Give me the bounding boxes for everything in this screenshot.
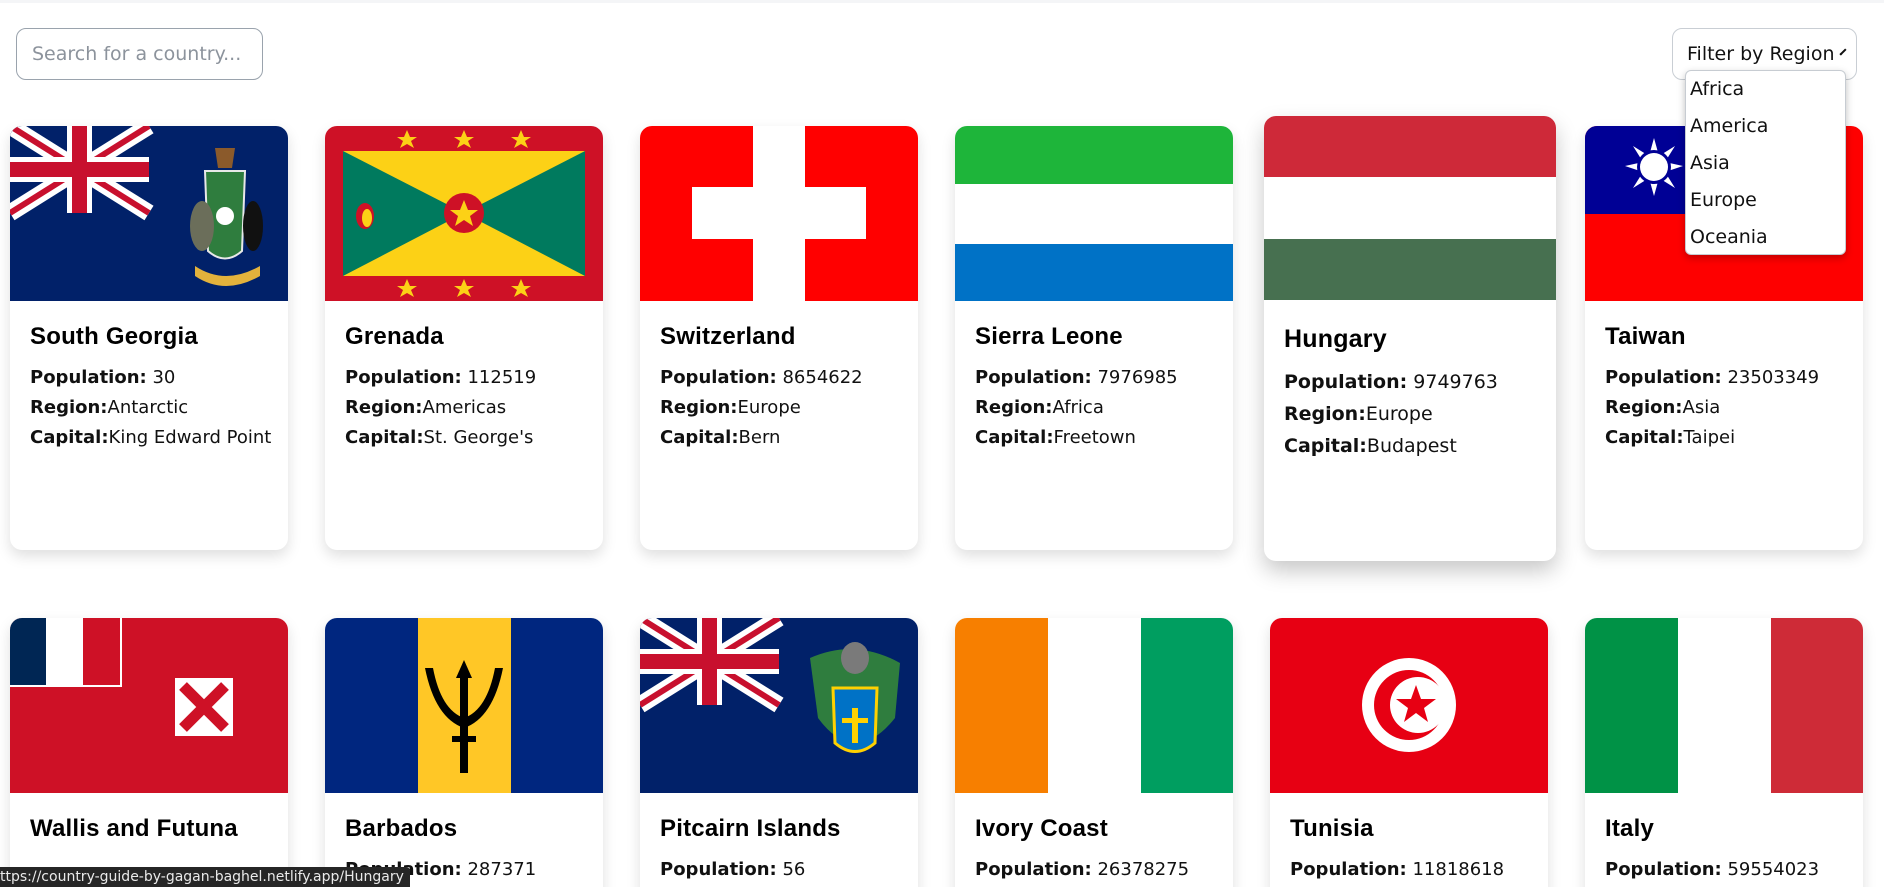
country-name: Tunisia	[1290, 815, 1374, 842]
population-row: Population: 26378275	[975, 859, 1190, 880]
flag-image-south-georgia	[10, 126, 288, 301]
country-card-switzerland[interactable]: Switzerland Population: 8654622 Region:E…	[640, 126, 918, 550]
region-option-africa[interactable]: Africa	[1686, 76, 1845, 113]
country-name: Switzerland	[660, 323, 796, 350]
region-row: Region:Europe	[660, 397, 801, 418]
region-option-asia[interactable]: Asia	[1686, 150, 1845, 187]
region-option-oceania[interactable]: Oceania	[1686, 224, 1845, 261]
capital-row: Capital:Taipei	[1605, 427, 1736, 448]
population-row: Population: 59554023	[1605, 859, 1820, 880]
country-card-barbados[interactable]: Barbados Population: 287371	[325, 618, 603, 887]
country-card-hungary[interactable]: Hungary Population: 9749763 Region:Europ…	[1264, 116, 1556, 561]
country-name: Grenada	[345, 323, 444, 350]
country-card-south-georgia[interactable]: South Georgia Population: 30 Region:Anta…	[10, 126, 288, 550]
country-card-ivory-coast[interactable]: Ivory Coast Population: 26378275	[955, 618, 1233, 887]
country-card-grenada[interactable]: Grenada Population: 112519 Region:Americ…	[325, 126, 603, 550]
flag-image-barbados	[325, 618, 603, 793]
country-card-sierra-leone[interactable]: Sierra Leone Population: 7976985 Region:…	[955, 126, 1233, 550]
population-row: Population: 23503349	[1605, 367, 1820, 388]
flag-image-tunisia	[1270, 618, 1548, 793]
flag-image-pitcairn-islands	[640, 618, 918, 793]
population-row: Population: 11818618	[1290, 859, 1505, 880]
country-name: Barbados	[345, 815, 458, 842]
search-input[interactable]	[32, 43, 247, 65]
country-name: Sierra Leone	[975, 323, 1123, 350]
country-name: Pitcairn Islands	[660, 815, 841, 842]
flag-image-sierra-leone	[955, 126, 1233, 301]
population-row: Population: 56	[660, 859, 806, 880]
country-name: Hungary	[1284, 325, 1387, 353]
country-card-pitcairn-islands[interactable]: Pitcairn Islands Population: 56	[640, 618, 918, 887]
region-row: Region:Asia	[1605, 397, 1721, 418]
population-row: Population: 7976985	[975, 367, 1178, 388]
capital-row: Capital:St. George's	[345, 427, 534, 448]
population-row: Population: 30	[30, 367, 176, 388]
country-name: South Georgia	[30, 323, 198, 350]
country-card-wallis-and-futuna[interactable]: Wallis and Futuna	[10, 618, 288, 887]
capital-row: Capital:Bern	[660, 427, 781, 448]
flag-image-ivory-coast	[955, 618, 1233, 793]
population-row: Population: 112519	[345, 367, 537, 388]
region-filter-label: Filter by Region	[1687, 43, 1835, 65]
region-row: Region:Americas	[345, 397, 507, 418]
population-row: Population: 8654622	[660, 367, 863, 388]
region-option-america[interactable]: America	[1686, 113, 1845, 150]
top-divider	[0, 0, 1884, 3]
country-name: Ivory Coast	[975, 815, 1108, 842]
chevron-down-icon	[1839, 47, 1848, 56]
country-name: Taiwan	[1605, 323, 1686, 350]
search-box[interactable]	[16, 28, 263, 80]
country-card-tunisia[interactable]: Tunisia Population: 11818618	[1270, 618, 1548, 887]
flag-image-hungary	[1264, 116, 1556, 300]
country-card-italy[interactable]: Italy Population: 59554023	[1585, 618, 1863, 887]
capital-row: Capital:Freetown	[975, 427, 1136, 448]
link-status-bar: ttps://country-guide-by-gagan-baghel.net…	[0, 867, 410, 887]
flag-image-wallis-and-futuna	[10, 618, 288, 793]
region-row: Region:Europe	[1284, 403, 1433, 425]
region-row: Region:Antarctic	[30, 397, 189, 418]
flag-image-italy	[1585, 618, 1863, 793]
population-row: Population: 9749763	[1284, 371, 1498, 393]
region-row: Region:Africa	[975, 397, 1104, 418]
capital-row: Capital:King Edward Point	[30, 427, 272, 448]
region-dropdown-menu: Africa America Asia Europe Oceania	[1685, 70, 1846, 255]
flag-image-switzerland	[640, 126, 918, 301]
region-option-europe[interactable]: Europe	[1686, 187, 1845, 224]
capital-row: Capital:Budapest	[1284, 435, 1457, 457]
country-name: Italy	[1605, 815, 1655, 842]
country-name: Wallis and Futuna	[30, 815, 238, 842]
flag-image-grenada	[325, 126, 603, 301]
